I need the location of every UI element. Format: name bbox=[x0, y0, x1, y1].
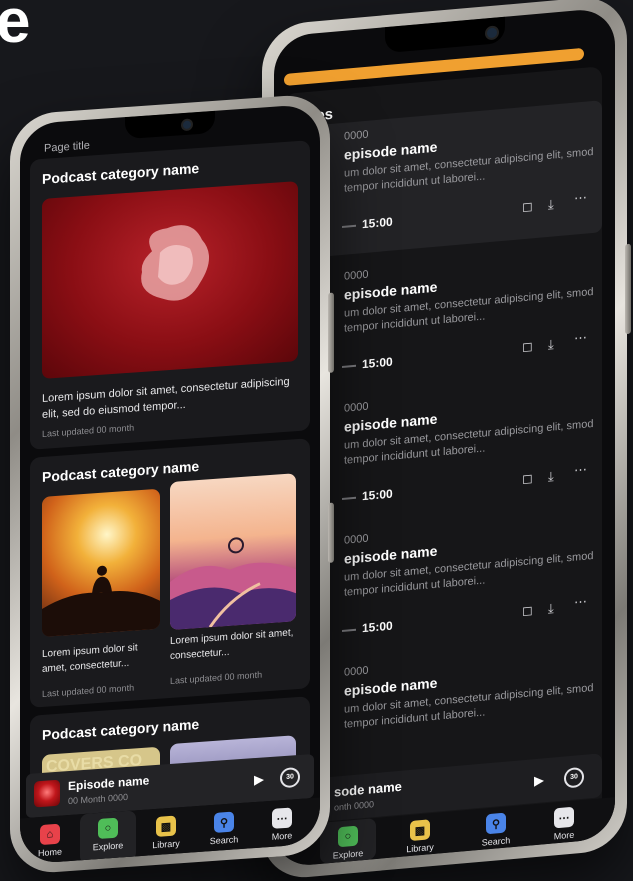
red-sculpture-icon bbox=[141, 225, 209, 301]
last-updated: Last updated 00 month bbox=[42, 682, 135, 699]
podcast-artwork[interactable] bbox=[42, 181, 298, 379]
nav-more[interactable]: ⋯ More bbox=[536, 799, 592, 843]
more-dots-icon[interactable]: ⋯ bbox=[574, 330, 587, 347]
duration-dash bbox=[342, 364, 356, 368]
download-icon[interactable]: ⤓ bbox=[548, 196, 554, 213]
duration-dash bbox=[342, 496, 356, 500]
more-icon: ⋯ bbox=[554, 806, 574, 829]
hero-heading-letter: e bbox=[0, 0, 31, 56]
page-title: Page title bbox=[44, 139, 90, 155]
explore-icon: ○ bbox=[338, 825, 358, 848]
more-dots-icon[interactable]: ⋯ bbox=[574, 462, 587, 479]
library-icon: ▩ bbox=[410, 819, 430, 842]
search-icon: ⚲ bbox=[486, 812, 506, 835]
nav-explore[interactable]: ○ Explore bbox=[80, 810, 136, 865]
front-notch bbox=[125, 110, 215, 140]
duration-dash bbox=[342, 224, 356, 228]
bookmark-icon[interactable]: ◻ bbox=[522, 338, 533, 355]
nav-library[interactable]: ▩ Library bbox=[138, 808, 194, 851]
sunset-landscape-icon bbox=[170, 537, 296, 630]
search-icon: ⚲ bbox=[214, 811, 234, 833]
nav-search[interactable]: ⚲ Search bbox=[468, 805, 524, 849]
category-card[interactable]: Podcast category name Lorem ipsum dolor … bbox=[30, 140, 310, 450]
bookmark-icon[interactable]: ◻ bbox=[522, 602, 533, 619]
podcast-artwork[interactable] bbox=[42, 488, 160, 637]
front-side-button bbox=[328, 502, 334, 563]
camera-icon bbox=[181, 118, 193, 132]
episode-date: 0000 bbox=[344, 664, 369, 679]
front-phone-frame: Page title Podcast category name Lorem i… bbox=[10, 92, 334, 876]
back-notch bbox=[384, 16, 505, 54]
nav-search[interactable]: ⚲ Search bbox=[196, 804, 252, 847]
mini-player-title: Episode name bbox=[68, 773, 150, 794]
camera-icon bbox=[484, 25, 499, 41]
home-icon: ⌂ bbox=[40, 823, 60, 846]
category-title: Podcast category name bbox=[42, 159, 200, 187]
mini-player-title: sode name bbox=[334, 778, 402, 800]
episode-duration: 15:00 bbox=[362, 214, 393, 232]
download-icon[interactable]: ⤓ bbox=[548, 468, 554, 485]
episode-duration: 15:00 bbox=[362, 354, 393, 372]
episode-duration: 15:00 bbox=[362, 486, 393, 504]
nav-explore[interactable]: ○ Explore bbox=[320, 817, 376, 864]
nav-home[interactable]: ⌂ Home bbox=[22, 816, 78, 859]
mini-player-subtitle: 00 Month 0000 bbox=[68, 791, 129, 807]
back-power-button bbox=[625, 243, 631, 335]
duration-dash bbox=[342, 628, 356, 632]
front-power-button bbox=[328, 292, 334, 373]
mini-player-thumbnail bbox=[34, 779, 60, 808]
front-phone-screen: Page title Podcast category name Lorem i… bbox=[20, 103, 320, 865]
episode-row[interactable]: 0000 episode name um dolor sit amet, con… bbox=[284, 100, 602, 261]
episode-blurb: Lorem ipsum dolor sit amet, consectetur.… bbox=[42, 642, 138, 675]
download-icon[interactable]: ⤓ bbox=[548, 336, 554, 353]
download-icon[interactable]: ⤓ bbox=[548, 600, 554, 617]
play-icon[interactable]: ▶ bbox=[254, 771, 264, 788]
library-icon: ▩ bbox=[156, 815, 176, 837]
episode-blurb: Lorem ipsum dolor sit amet, consectetur.… bbox=[170, 627, 294, 662]
skip-forward-icon[interactable]: 30 bbox=[280, 766, 300, 789]
podcast-artwork[interactable] bbox=[170, 473, 296, 630]
episode-date: 0000 bbox=[344, 400, 369, 415]
last-updated: Last updated 00 month bbox=[42, 422, 135, 439]
more-icon: ⋯ bbox=[272, 807, 292, 829]
episode-date: 0000 bbox=[344, 532, 369, 547]
category-description: Lorem ipsum dolor sit amet, consectetur … bbox=[42, 375, 290, 421]
skip-forward-icon[interactable]: 30 bbox=[564, 766, 584, 789]
more-dots-icon[interactable]: ⋯ bbox=[574, 594, 587, 611]
last-updated: Last updated 00 month bbox=[170, 669, 263, 686]
mini-player-subtitle: onth 0000 bbox=[334, 799, 375, 813]
meditation-figure-icon bbox=[42, 565, 160, 637]
nav-library[interactable]: ▩ Library bbox=[392, 812, 448, 856]
explore-icon: ○ bbox=[98, 817, 118, 840]
bookmark-icon[interactable]: ◻ bbox=[522, 470, 533, 487]
episode-date: 0000 bbox=[344, 268, 369, 283]
more-dots-icon[interactable]: ⋯ bbox=[574, 190, 587, 207]
episode-date: 0000 bbox=[344, 128, 369, 143]
category-card[interactable]: Podcast category name Lorem ipsum dolor … bbox=[30, 438, 310, 708]
episode-duration: 15:00 bbox=[362, 618, 393, 636]
nav-more[interactable]: ⋯ More bbox=[254, 800, 310, 843]
category-title: Podcast category name bbox=[42, 715, 200, 743]
play-icon[interactable]: ▶ bbox=[534, 772, 544, 789]
bookmark-icon[interactable]: ◻ bbox=[522, 198, 533, 215]
